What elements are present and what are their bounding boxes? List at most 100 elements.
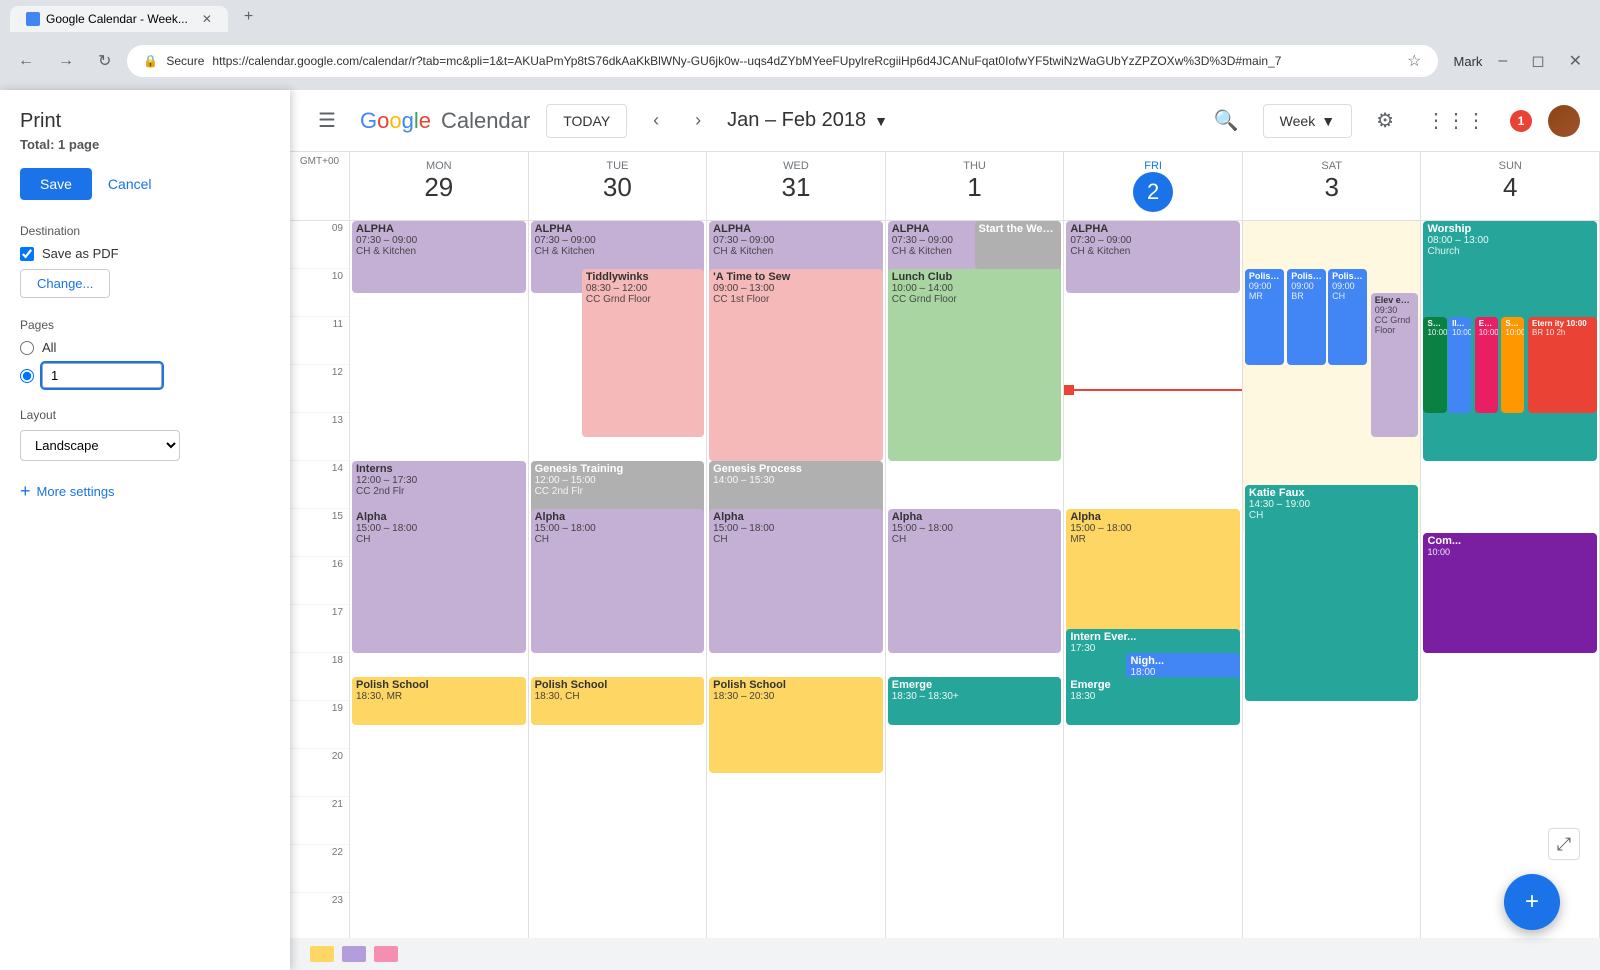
google-calendar-logo: Google Calendar <box>360 108 530 134</box>
user-avatar[interactable] <box>1548 105 1580 137</box>
event-alpha-eve-mon[interactable]: Alpha 15:00 – 18:00 CH <box>352 509 526 653</box>
layout-select[interactable]: Landscape Portrait <box>20 430 180 461</box>
tab-close-icon[interactable]: ✕ <box>202 12 212 26</box>
view-chevron: ▼ <box>1321 113 1335 129</box>
event-lunch-thu[interactable]: Lunch Club 10:00 – 14:00 CC Grnd Floor <box>888 269 1062 461</box>
print-total: Total: 1 page <box>20 137 270 152</box>
settings-button[interactable]: ⚙ <box>1368 100 1402 141</box>
day-name-sun: SUN <box>1425 160 1595 172</box>
day-header-thu: THU 1 <box>886 152 1065 220</box>
notification-badge[interactable]: 1 <box>1510 110 1532 132</box>
minimize-button[interactable]: – <box>1490 48 1515 74</box>
time-slot-11: 11 <box>290 317 349 365</box>
day-num-sun: 4 <box>1425 172 1595 203</box>
url-text: https://calendar.google.com/calendar/r?t… <box>212 54 1399 68</box>
tab-bar: Google Calendar - Week... ✕ + <box>0 0 1600 32</box>
zoom-fullscreen[interactable]: ⤢ <box>1548 828 1580 860</box>
forward-button[interactable]: → <box>50 48 82 74</box>
event-alpha-eve-wed[interactable]: Alpha 15:00 – 18:00 CH <box>709 509 883 653</box>
event-st-sun[interactable]: St ep ch ir... 10:00 <box>1423 317 1446 413</box>
day-col-tue[interactable]: ALPHA 07:30 – 09:00 CH & Kitchen Tiddlyw… <box>529 221 708 970</box>
address-bar[interactable]: 🔒 Secure https://calendar.google.com/cal… <box>127 45 1437 77</box>
event-polish-sat-3[interactable]: Polish Sch... 09:00 CH <box>1328 269 1367 365</box>
page-number-input[interactable] <box>42 363 162 388</box>
day-header-fri: FRI 2 <box>1064 152 1243 220</box>
destination-label: Destination <box>20 224 270 238</box>
day-col-sat[interactable]: Polis Scho... 09:00 MR Polis Scho... 09:… <box>1243 221 1422 970</box>
new-tab[interactable]: + <box>228 2 269 32</box>
apps-button[interactable]: ⋮⋮⋮ <box>1418 100 1494 141</box>
event-polish-wed[interactable]: Polish School 18:30 – 20:30 <box>709 677 883 773</box>
event-elev-sat[interactable]: Elev ense s 09:30 CC Grnd Floor <box>1371 293 1419 437</box>
event-eti-sun[interactable]: Eti Shn... 10:00 <box>1475 317 1498 413</box>
change-button[interactable]: Change... <box>20 269 110 298</box>
pages-section: Pages All <box>20 318 270 388</box>
day-col-mon[interactable]: ALPHA 07:30 – 09:00 CH & Kitchen Interns… <box>350 221 529 970</box>
layout-section: Layout Landscape Portrait <box>20 408 270 461</box>
logo-e: e <box>419 108 431 133</box>
secure-label: Secure <box>166 54 204 68</box>
day-col-thu[interactable]: ALPHA 07:30 – 09:00 CH & Kitchen Start t… <box>886 221 1065 970</box>
bottom-bar <box>290 938 1600 970</box>
more-settings-button[interactable]: + More settings <box>20 481 270 502</box>
browser-tab[interactable]: Google Calendar - Week... ✕ <box>10 6 228 32</box>
date-range[interactable]: Jan – Feb 2018 ▼ <box>727 109 888 132</box>
day-name-mon: MON <box>354 160 524 172</box>
event-start-week-thu[interactable]: Start the Week, 09:30 <box>975 221 1062 269</box>
view-label: Week <box>1280 113 1316 129</box>
day-num-wed: 31 <box>711 172 881 203</box>
time-slot-14: 14 <box>290 461 349 509</box>
event-tiddly-tue[interactable]: Tiddlywinks 08:30 – 12:00 CC Grnd Floor <box>582 269 704 437</box>
cancel-button[interactable]: Cancel <box>104 168 156 200</box>
day-headers: GMT+00 MON 29 TUE 30 WED 31 THU 1 FRI 2 … <box>290 152 1600 221</box>
today-button[interactable]: TODAY <box>546 104 627 138</box>
logo-g: G <box>360 108 377 133</box>
event-com-sun[interactable]: Com... 10:00 <box>1423 533 1597 653</box>
maximize-button[interactable]: ◻ <box>1523 47 1552 75</box>
event-su-sun[interactable]: Su 10 Sh Od... 10:00 <box>1501 317 1524 413</box>
back-button[interactable]: ← <box>10 48 42 74</box>
event-emerge-thu[interactable]: Emerge 18:30 – 18:30+ <box>888 677 1062 725</box>
pages-radio-group: All <box>20 340 270 388</box>
current-time-line <box>1064 389 1242 391</box>
day-col-wed[interactable]: ALPHA 07:30 – 09:00 CH & Kitchen 'A Time… <box>707 221 886 970</box>
event-alpha-eve-tue[interactable]: Alpha 15:00 – 18:00 CH <box>531 509 705 653</box>
event-alpha-fri[interactable]: ALPHA 07:30 – 09:00 CH & Kitchen <box>1066 221 1240 293</box>
prev-week-button[interactable]: ‹ <box>643 104 669 137</box>
print-panel: Print Total: 1 page Save Cancel Destinat… <box>0 90 290 970</box>
events-area[interactable]: 09 10 11 12 13 14 15 16 17 18 19 20 21 2… <box>290 221 1600 970</box>
event-alpha-eve-thu[interactable]: Alpha 15:00 – 18:00 CH <box>888 509 1062 653</box>
event-etern-sun[interactable]: Etern ity 10:00 BR 10 2h <box>1528 317 1597 413</box>
time-slot-9: 09 <box>290 221 349 269</box>
custom-radio[interactable] <box>20 369 34 383</box>
bookmark-icon[interactable]: ☆ <box>1407 51 1421 71</box>
view-selector[interactable]: Week ▼ <box>1263 104 1352 138</box>
menu-button[interactable]: ☰ <box>310 100 344 141</box>
calendar-logo-text: Calendar <box>441 108 530 134</box>
event-sew-wed[interactable]: 'A Time to Sew 09:00 – 13:00 CC 1st Floo… <box>709 269 883 461</box>
save-button[interactable]: Save <box>20 168 92 200</box>
event-alpha-mon[interactable]: ALPHA 07:30 – 09:00 CH & Kitchen <box>352 221 526 293</box>
reload-button[interactable]: ↻ <box>90 47 119 75</box>
event-iio-sun[interactable]: IIO Ch... 10:00 <box>1448 317 1471 413</box>
date-range-chevron: ▼ <box>874 113 888 129</box>
event-polish-sat-1[interactable]: Polis Scho... 09:00 MR <box>1245 269 1284 365</box>
event-polish-sat-2[interactable]: Polis Scho... 09:00 BR <box>1287 269 1326 365</box>
calendar-container: ☰ Google Calendar TODAY ‹ › Jan – Feb 20… <box>290 90 1600 970</box>
close-button[interactable]: ✕ <box>1561 47 1590 75</box>
day-name-thu: THU <box>890 160 1060 172</box>
next-week-button[interactable]: › <box>685 104 711 137</box>
all-radio[interactable] <box>20 341 34 355</box>
day-header-wed: WED 31 <box>707 152 886 220</box>
save-as-pdf-checkbox[interactable] <box>20 247 34 261</box>
event-katie-sat[interactable]: Katie Faux 14:30 – 19:00 CH <box>1245 485 1419 701</box>
add-event-fab[interactable]: + <box>1504 874 1560 930</box>
event-emerge-fri[interactable]: Emerge 18:30 <box>1066 677 1240 725</box>
search-button[interactable]: 🔍 <box>1206 100 1247 141</box>
save-as-pdf-row: Save as PDF <box>20 246 270 261</box>
event-polish-tue[interactable]: Polish School 18:30, CH <box>531 677 705 725</box>
time-slot-20: 20 <box>290 749 349 797</box>
day-col-fri[interactable]: ALPHA 07:30 – 09:00 CH & Kitchen Alpha 1… <box>1064 221 1243 970</box>
event-polish-mon[interactable]: Polish School 18:30, MR <box>352 677 526 725</box>
day-header-mon: MON 29 <box>350 152 529 220</box>
